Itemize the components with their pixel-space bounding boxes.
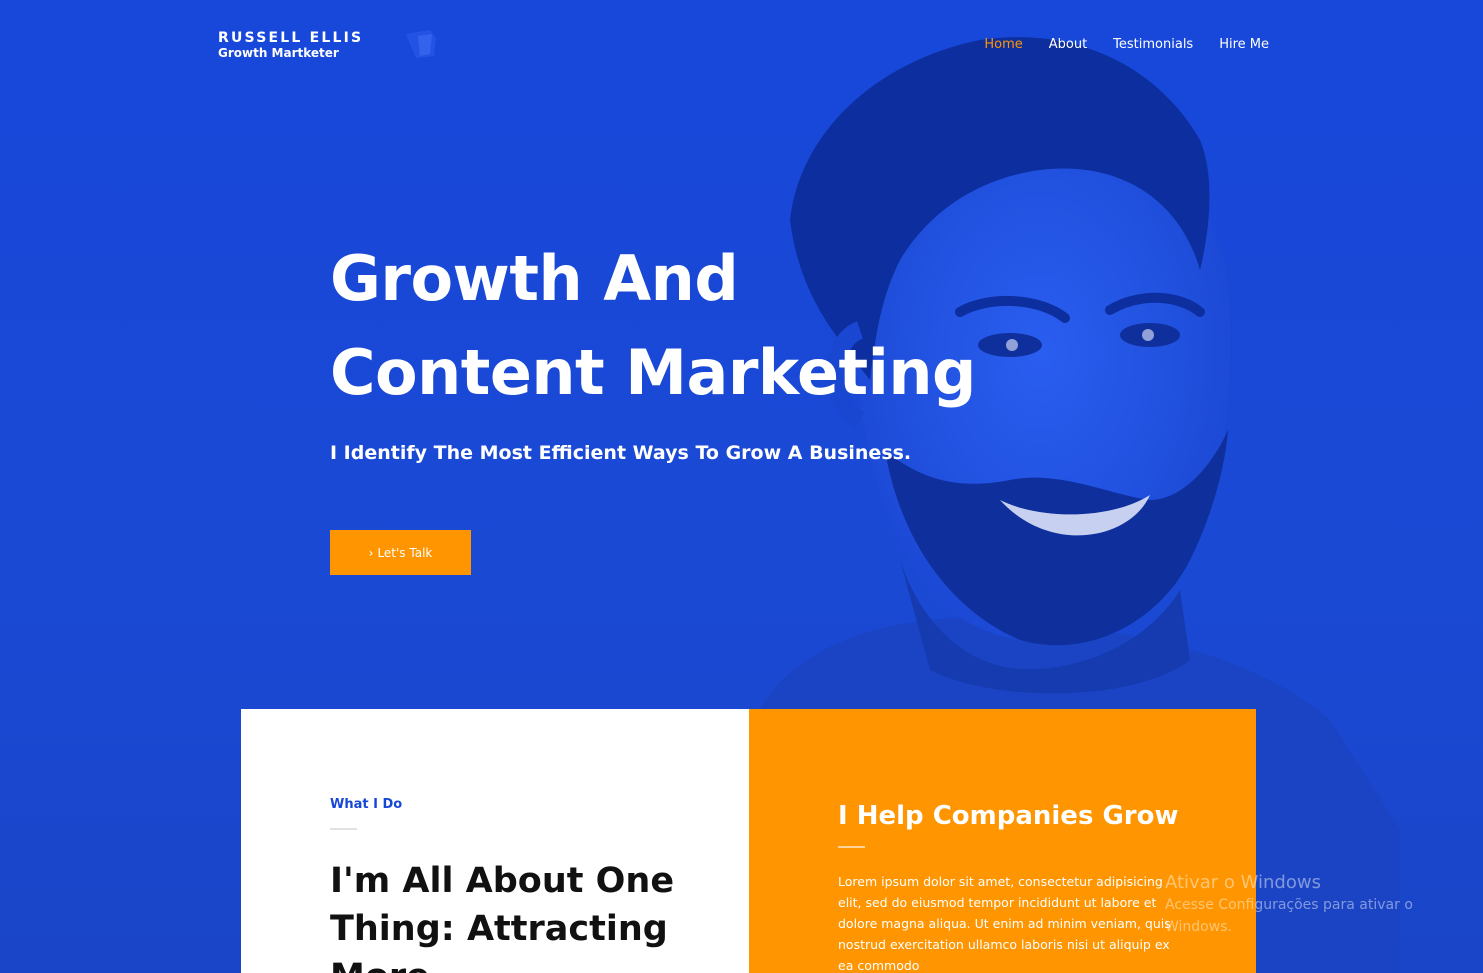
nav-item-home[interactable]: Home	[984, 37, 1022, 53]
what-i-do-title: I'm All About One Thing: Attracting More	[330, 861, 675, 973]
windows-activation-watermark: Ativar o Windows Acesse Configurações pa…	[1165, 872, 1483, 938]
help-divider	[838, 846, 865, 848]
nav-item-testimonials[interactable]: Testimonials	[1113, 37, 1193, 53]
nav-item-about[interactable]: About	[1049, 37, 1087, 53]
what-i-do-panel: What I Do I'm All About One Thing: Attra…	[241, 709, 749, 973]
brand-logo[interactable]: RUSSELL ELLIS Growth Martketer	[218, 30, 363, 60]
brand-tagline: Growth Martketer	[218, 46, 339, 60]
what-i-do-kicker: What I Do	[330, 797, 403, 812]
hero-headline-line-2: Content Marketing	[330, 336, 976, 409]
watermark-subtitle: Acesse Configurações para ativar o Windo…	[1165, 897, 1413, 935]
nav-item-hire-me[interactable]: Hire Me	[1219, 37, 1269, 53]
hero-headline-line-1: Growth And	[330, 242, 739, 315]
brand-name: RUSSELL ELLIS	[218, 30, 364, 46]
kicker-divider	[330, 828, 357, 830]
brand-mark-icon	[406, 30, 436, 58]
hero-subheadline: I Identify The Most Efficient Ways To Gr…	[330, 442, 912, 464]
lets-talk-button[interactable]: › Let's Talk	[330, 530, 471, 575]
hero-section: RUSSELL ELLIS Growth Martketer Home Abou…	[0, 0, 1483, 973]
help-title: I Help Companies Grow	[838, 801, 1179, 831]
chevron-right-icon: ›	[368, 545, 374, 560]
hero-headline: Growth And Content Marketing	[330, 232, 976, 420]
watermark-title: Ativar o Windows	[1165, 872, 1321, 893]
help-body-text: Lorem ipsum dolor sit amet, consectetur …	[838, 874, 1171, 973]
main-nav: Home About Testimonials Hire Me	[984, 37, 1269, 53]
lets-talk-label: Let's Talk	[377, 545, 433, 560]
